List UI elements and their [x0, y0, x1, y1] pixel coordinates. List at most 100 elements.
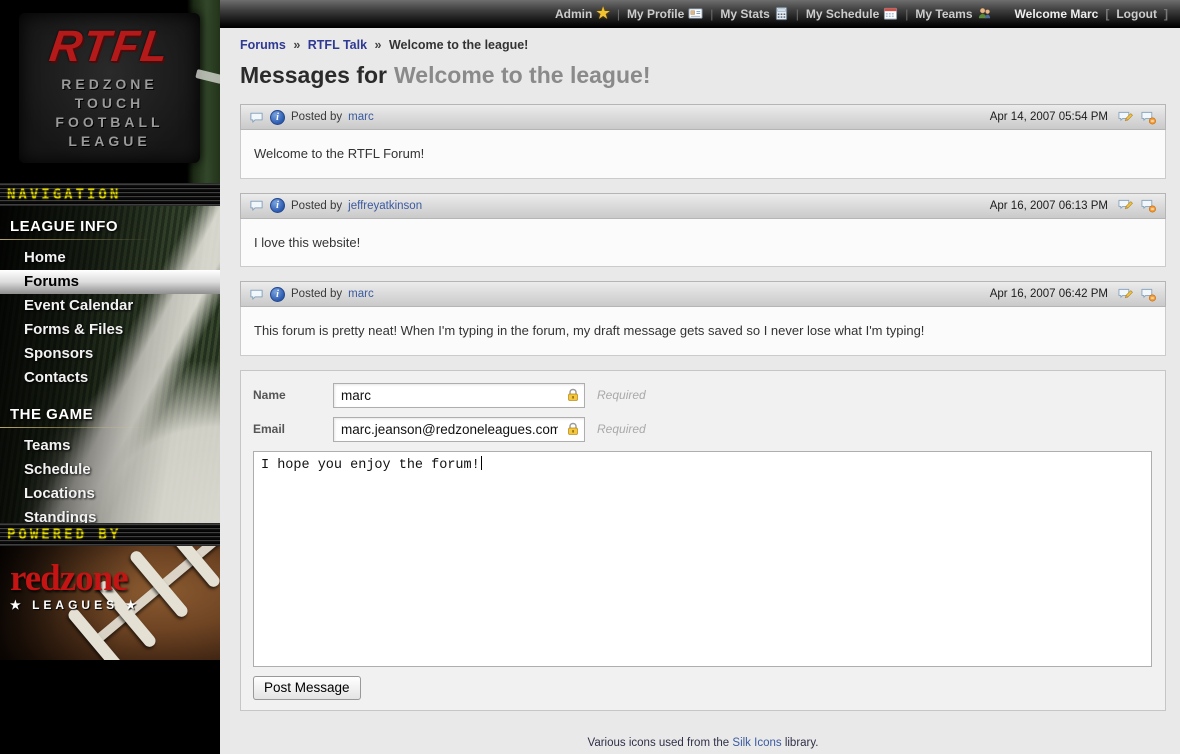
message-header: Posted by marc Apr 16, 2007 06:42 PM: [240, 281, 1166, 307]
email-input-wrap: [333, 417, 585, 442]
rtfl-logo-line: REDZONE: [61, 75, 157, 94]
info-icon[interactable]: [270, 287, 285, 302]
lock-icon: [565, 387, 581, 403]
sidebar-item-contacts[interactable]: Contacts: [0, 366, 220, 390]
my-profile-link[interactable]: My Profile: [627, 6, 703, 21]
logout-link[interactable]: Logout: [1116, 7, 1157, 21]
sidebar-item-locations[interactable]: Locations: [0, 482, 220, 506]
message-card: Posted by marc Apr 14, 2007 05:54 PM Wel…: [240, 104, 1166, 179]
lock-icon: [565, 421, 581, 437]
sidebar-item-forms-files[interactable]: Forms & Files: [0, 318, 220, 342]
vcard-icon: [688, 6, 703, 21]
required-label: Required: [597, 388, 646, 402]
posted-by-label: Posted by: [291, 288, 342, 300]
separator: |: [617, 7, 620, 21]
email-row: Email Required: [253, 417, 1157, 442]
rtfl-logo[interactable]: RTFL REDZONE TOUCH FOOTBALL LEAGUE: [19, 13, 200, 163]
sidebar-item-teams[interactable]: Teams: [0, 434, 220, 458]
sidebar-filler: [0, 660, 220, 754]
football-banner: redzone ★ LEAGUES ★: [0, 546, 220, 660]
welcome-text: Welcome Marc: [1015, 7, 1099, 21]
comment-icon: [249, 198, 264, 213]
required-label: Required: [597, 422, 646, 436]
message-textarea[interactable]: I hope you enjoy the forum!: [253, 451, 1152, 667]
info-icon[interactable]: [270, 198, 285, 213]
reply-form: Name Required Email Required I hope you: [240, 370, 1166, 711]
sidebar: RTFL REDZONE TOUCH FOOTBALL LEAGUE NAVIG…: [0, 0, 220, 754]
footer-text: Various icons used from the: [588, 737, 733, 749]
my-teams-link[interactable]: My Teams: [915, 6, 991, 21]
info-icon[interactable]: [270, 110, 285, 125]
post-date: Apr 16, 2007 06:13 PM: [990, 200, 1111, 212]
silk-icons-link[interactable]: Silk Icons: [732, 737, 781, 749]
breadcrumb-separator: »: [293, 38, 300, 52]
rtfl-logo-line: LEAGUE: [68, 132, 150, 151]
my-stats-label: My Stats: [720, 7, 769, 21]
calculator-icon: [774, 6, 789, 21]
comment-edit-icon[interactable]: [1117, 287, 1134, 302]
navigation-header: NAVIGATION: [0, 183, 220, 206]
email-input[interactable]: [333, 417, 585, 442]
redzone-leagues-logo[interactable]: redzone ★ LEAGUES ★: [10, 560, 140, 612]
comment-delete-icon[interactable]: [1140, 198, 1157, 213]
topbar: Admin ★ | My Profile | My Stats | My Sch…: [220, 0, 1180, 28]
my-teams-label: My Teams: [915, 7, 972, 21]
message-body: I love this website!: [240, 219, 1166, 268]
comment-edit-icon[interactable]: [1117, 198, 1134, 213]
section-divider: [0, 239, 220, 240]
separator: |: [905, 7, 908, 21]
main-area: Admin ★ | My Profile | My Stats | My Sch…: [220, 0, 1180, 754]
post-message-button[interactable]: Post Message: [253, 676, 361, 700]
comment-icon: [249, 287, 264, 302]
message-card: Posted by marc Apr 16, 2007 06:42 PM Thi…: [240, 281, 1166, 356]
redzone-logo-name: redzone: [10, 560, 140, 597]
breadcrumb-separator: »: [375, 38, 382, 52]
breadcrumb: Forums » RTFL Talk » Welcome to the leag…: [240, 38, 1166, 52]
comment-icon: [249, 110, 264, 125]
navigation-header-label: NAVIGATION: [7, 187, 121, 203]
section-title-league-info: LEAGUE INFO: [0, 212, 220, 239]
breadcrumb-forums[interactable]: Forums: [240, 38, 286, 52]
my-schedule-link[interactable]: My Schedule: [806, 6, 898, 21]
message-header: Posted by marc Apr 14, 2007 05:54 PM: [240, 104, 1166, 130]
message-body: This forum is pretty neat! When I'm typi…: [240, 307, 1166, 356]
author-link[interactable]: marc: [348, 288, 374, 300]
footer-line-icons: Various icons used from the Silk Icons l…: [240, 737, 1166, 749]
comment-edit-icon[interactable]: [1117, 110, 1134, 125]
email-label: Email: [253, 422, 333, 436]
separator: |: [710, 7, 713, 21]
sidebar-item-forums[interactable]: Forums: [0, 270, 220, 294]
posted-by-label: Posted by: [291, 111, 342, 123]
sidebar-item-schedule[interactable]: Schedule: [0, 458, 220, 482]
name-row: Name Required: [253, 383, 1157, 408]
section-divider: [0, 427, 220, 428]
rtfl-logo-acronym: RTFL: [47, 25, 173, 69]
name-input[interactable]: [333, 383, 585, 408]
comment-delete-icon[interactable]: [1140, 110, 1157, 125]
page-title-prefix: Messages for: [240, 62, 387, 88]
my-stats-link[interactable]: My Stats: [720, 6, 788, 21]
text-caret: [481, 456, 482, 470]
breadcrumb-rtfl-talk[interactable]: RTFL Talk: [308, 38, 367, 52]
sidebar-item-sponsors[interactable]: Sponsors: [0, 342, 220, 366]
sidebar-menu: LEAGUE INFO Home Forums Event Calendar F…: [0, 206, 220, 523]
message-header: Posted by jeffreyatkinson Apr 16, 2007 0…: [240, 193, 1166, 219]
separator: |: [796, 7, 799, 21]
admin-link[interactable]: Admin ★: [555, 6, 610, 21]
author-link[interactable]: jeffreyatkinson: [348, 200, 422, 212]
page-title: Messages for Welcome to the league!: [240, 62, 1166, 89]
sidebar-item-event-calendar[interactable]: Event Calendar: [0, 294, 220, 318]
powered-by-label: POWERED BY: [7, 527, 121, 543]
name-input-wrap: [333, 383, 585, 408]
section-title-the-game: THE GAME: [0, 400, 220, 427]
rtfl-logo-line: TOUCH: [75, 94, 145, 113]
sidebar-item-home[interactable]: Home: [0, 246, 220, 270]
footer-text: library.: [782, 737, 819, 749]
breadcrumb-current: Welcome to the league!: [389, 38, 528, 52]
page-title-topic: Welcome to the league!: [394, 62, 650, 88]
my-schedule-label: My Schedule: [806, 7, 879, 21]
author-link[interactable]: marc: [348, 111, 374, 123]
message-draft-text: I hope you enjoy the forum!: [261, 458, 480, 473]
group-icon: [977, 6, 992, 21]
comment-delete-icon[interactable]: [1140, 287, 1157, 302]
